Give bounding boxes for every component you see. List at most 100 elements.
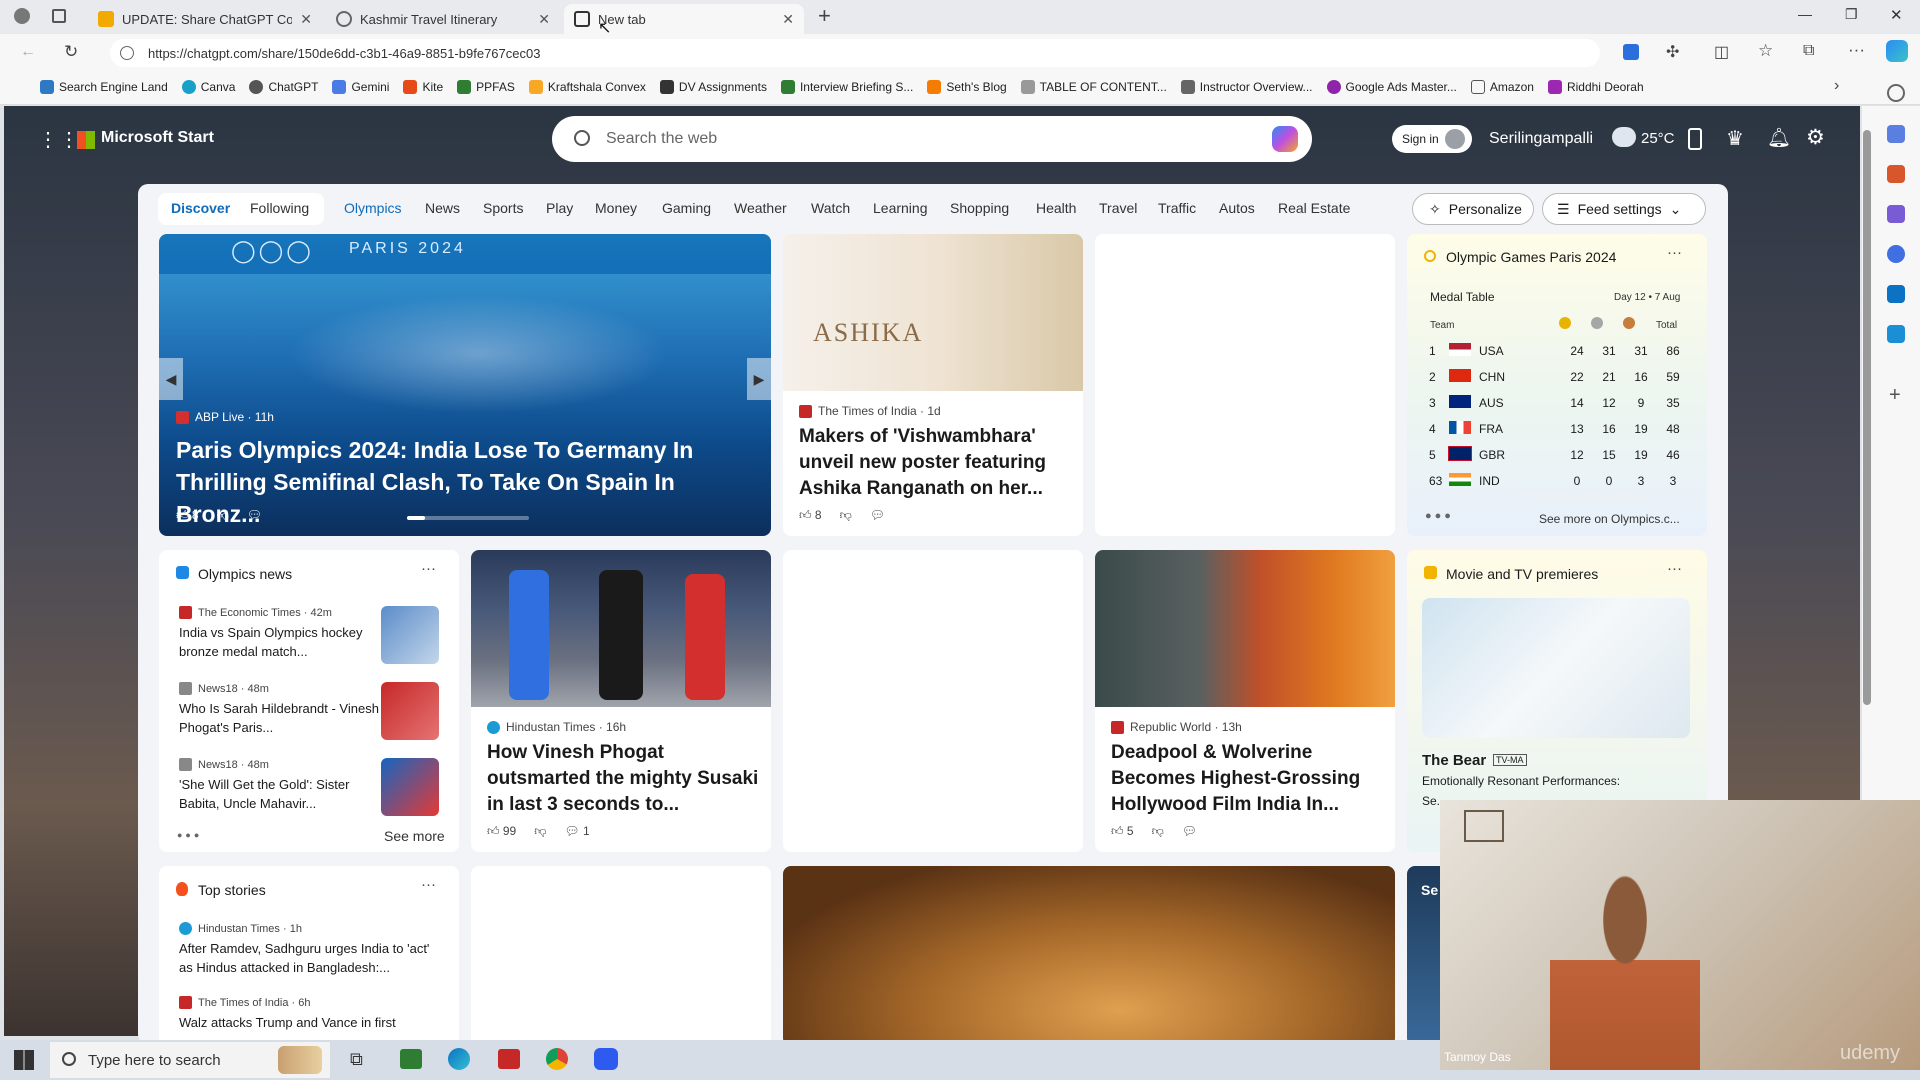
bookmark-item[interactable]: Kraftshala Convex (528, 80, 646, 94)
tab-share-chatgpt[interactable]: UPDATE: Share ChatGPT Convers... ✕ (88, 4, 322, 34)
tab-actions-icon[interactable] (52, 9, 66, 23)
list-item[interactable]: News18 · 48m Who Is Sarah Hildebrandt - … (179, 682, 441, 740)
see-more-link[interactable]: See more on Olympics.c... (1539, 512, 1680, 526)
split-screen-icon[interactable]: ◫ (1714, 42, 1729, 62)
tab-sports[interactable]: Sports (483, 200, 523, 216)
personalize-button[interactable]: ✧ Personalize (1412, 193, 1534, 225)
article-title[interactable]: Makers of 'Vishwambhara' unveil new post… (799, 424, 1071, 502)
comment-button[interactable]: 💬︎ 1 (564, 824, 589, 839)
table-row[interactable]: 5 GBR 12 15 19 46 (1429, 442, 1689, 468)
see-more-link[interactable]: See more (384, 828, 445, 844)
close-window-button[interactable]: ✕ (1890, 6, 1903, 24)
add-icon[interactable]: + (1889, 384, 1901, 407)
tab-autos[interactable]: Autos (1219, 200, 1255, 216)
widget-title[interactable]: Top stories (198, 882, 266, 898)
restore-button[interactable]: ❐ (1845, 6, 1858, 23)
bookmark-item[interactable]: Riddhi Deorah (1547, 80, 1644, 94)
tab-weather[interactable]: Weather (734, 200, 787, 216)
search-icon[interactable] (1887, 84, 1905, 102)
comment-icon[interactable]: 💬︎ (247, 508, 262, 523)
tab-discover[interactable]: Discover (171, 200, 230, 216)
tab-following[interactable]: Following (250, 200, 309, 216)
tab-play[interactable]: Play (546, 200, 573, 216)
chrome-icon[interactable] (546, 1048, 568, 1070)
bookmark-item[interactable]: Interview Briefing S... (780, 80, 913, 94)
taskbar-search-input[interactable]: Type here to search (50, 1042, 330, 1078)
close-icon[interactable]: ✕ (300, 11, 312, 28)
more-options-icon[interactable]: ··· (1667, 560, 1682, 577)
like-button[interactable]: 👍︎ 8 (176, 508, 199, 523)
bookmark-item[interactable]: DV Assignments (659, 80, 767, 94)
article-card[interactable]: ASHIKA The Times of India · 1d Makers of… (783, 234, 1083, 536)
show-title[interactable]: The Bear (1422, 752, 1486, 769)
outlook-icon[interactable] (1887, 285, 1905, 303)
carousel-next-button[interactable]: ▶ (747, 358, 771, 400)
edge-icon[interactable] (448, 1048, 470, 1070)
games-icon[interactable] (1887, 245, 1905, 263)
table-row[interactable]: 2 CHN 22 21 16 59 (1429, 364, 1689, 390)
comment-icon[interactable]: 💬︎ (1182, 824, 1197, 839)
more-options-icon[interactable]: ··· (1667, 244, 1682, 261)
carousel-prev-button[interactable]: ◀ (159, 358, 183, 400)
copilot-icon[interactable] (1886, 40, 1908, 62)
list-item[interactable]: Hindustan Times · 1h After Ramdev, Sadhg… (179, 922, 441, 977)
location-label[interactable]: Serilingampalli (1489, 130, 1593, 148)
dislike-icon[interactable]: 👎︎ (1152, 824, 1164, 839)
table-row[interactable]: 4 FRA 13 16 19 48 (1429, 416, 1689, 442)
windows-start-icon[interactable] (14, 1050, 34, 1070)
tab-shopping[interactable]: Shopping (950, 200, 1009, 216)
bookmark-item[interactable]: Gemini (332, 80, 389, 94)
bookmark-item[interactable]: Seth's Blog (927, 80, 1007, 94)
widget-title[interactable]: Olympics news (198, 566, 292, 582)
more-options-icon[interactable]: ··· (421, 560, 436, 577)
tab-travel[interactable]: Travel (1099, 200, 1137, 216)
feed-settings-button[interactable]: ☰ Feed settings ⌄ (1542, 193, 1706, 225)
tab-traffic[interactable]: Traffic (1158, 200, 1196, 216)
favorites-icon[interactable]: ☆ (1758, 41, 1773, 61)
menu-icon[interactable]: ··· (1848, 40, 1865, 60)
web-search-input[interactable]: Search the web (552, 116, 1312, 162)
rewards-icon[interactable]: ♛ (1726, 126, 1744, 151)
table-row[interactable]: 1 USA 24 31 31 86 (1429, 338, 1689, 364)
page-scrollbar[interactable] (1863, 130, 1871, 705)
like-button[interactable]: 👍︎ 99 (487, 824, 516, 839)
chevron-right-icon[interactable]: › (1834, 77, 1839, 95)
dislike-icon[interactable]: 👎︎ (534, 824, 546, 839)
bookmark-item[interactable]: Kite (403, 80, 443, 94)
article-card[interactable]: Hindustan Times · 16h How Vinesh Phogat … (471, 550, 771, 852)
extensions-icon[interactable]: ✣ (1666, 42, 1679, 62)
dislike-icon[interactable]: 👎︎ (217, 508, 229, 523)
article-title[interactable]: How Vinesh Phogat outsmarted the mighty … (487, 740, 759, 818)
bookmark-item[interactable]: ChatGPT (249, 80, 318, 94)
hero-card[interactable]: ◯◯◯ PARIS 2024 ◀ ▶ ABP Live · 11h Paris … (159, 234, 771, 536)
more-options-icon[interactable]: ··· (421, 876, 436, 893)
phone-icon[interactable] (1688, 128, 1702, 150)
drop-icon[interactable] (1887, 325, 1905, 343)
widget-title[interactable]: Movie and TV premieres (1446, 566, 1598, 582)
back-icon[interactable]: ← (20, 43, 36, 61)
show-image[interactable] (1422, 598, 1690, 738)
comment-icon[interactable]: 💬︎ (870, 508, 885, 523)
site-info-icon[interactable] (120, 46, 134, 60)
task-view-icon[interactable]: ⧉ (350, 1049, 363, 1070)
tools-icon[interactable] (1887, 205, 1905, 223)
sign-in-button[interactable]: Sign in (1392, 125, 1472, 153)
tab-news[interactable]: News (425, 200, 460, 216)
extension-icon[interactable] (1623, 44, 1639, 60)
table-row[interactable]: 3 AUS 14 12 9 35 (1429, 390, 1689, 416)
tab-money[interactable]: Money (595, 200, 637, 216)
dislike-icon[interactable]: 👎︎ (840, 508, 852, 523)
chat-app-icon[interactable] (400, 1049, 422, 1069)
article-card[interactable]: Republic World · 13h Deadpool & Wolverin… (1095, 550, 1395, 852)
new-tab-button[interactable]: + (818, 3, 831, 29)
tab-olympics[interactable]: Olympics (344, 200, 402, 216)
bookmark-item[interactable]: Instructor Overview... (1180, 80, 1313, 94)
bookmark-item[interactable]: PPFAS (457, 80, 515, 94)
minimize-button[interactable]: — (1798, 6, 1812, 22)
tab-watch[interactable]: Watch (811, 200, 850, 216)
close-icon[interactable]: ✕ (538, 11, 550, 28)
bookmark-item[interactable]: Search Engine Land (40, 80, 168, 94)
tab-health[interactable]: Health (1036, 200, 1076, 216)
like-button[interactable]: 👍︎ 8 (799, 508, 822, 523)
zoom-icon[interactable] (594, 1048, 618, 1070)
